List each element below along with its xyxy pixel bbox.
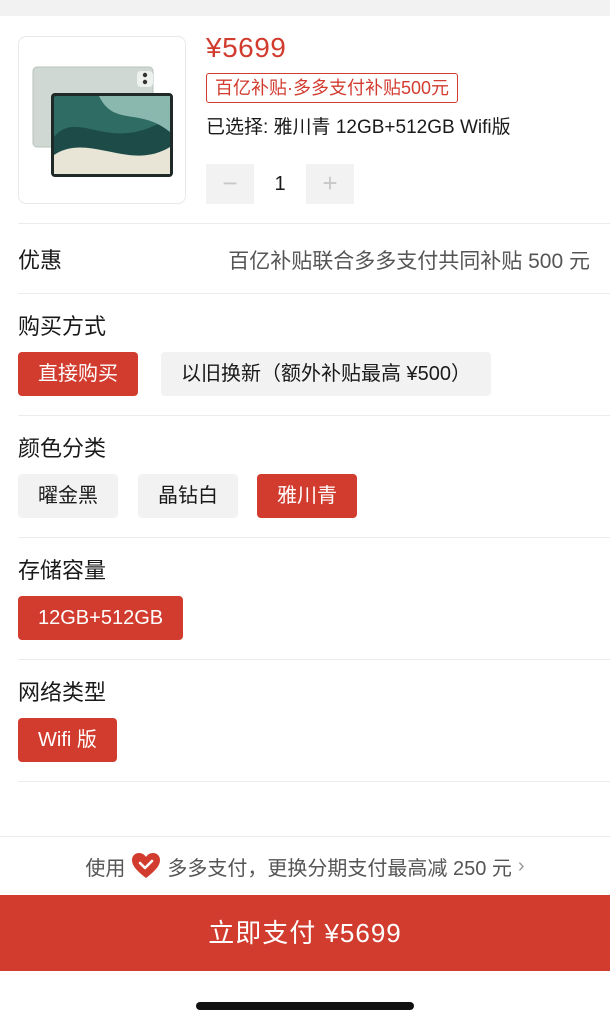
promo-value: 百亿补贴联合多多支付共同补贴 500 元 — [228, 250, 590, 273]
network-title: 网络类型 — [18, 680, 107, 705]
color-option-green[interactable]: 雅川青 — [257, 474, 357, 518]
footer-divider — [0, 836, 610, 837]
subsidy-tag: 百亿补贴·多多支付补贴500元 — [206, 73, 459, 103]
color-title: 颜色分类 — [18, 436, 107, 461]
quantity-value[interactable]: 1 — [254, 164, 306, 204]
purchase-method-title: 购买方式 — [18, 314, 107, 339]
divider — [18, 415, 610, 416]
pay-now-button[interactable]: 立即支付 ¥5699 — [0, 895, 610, 971]
pay-hint-prefix: 使用 — [85, 857, 126, 880]
increase-button[interactable]: + — [306, 164, 354, 204]
selected-spec: 已选择: 雅川青 12GB+512GB Wifi版 — [206, 117, 511, 138]
product-thumbnail[interactable] — [18, 36, 186, 204]
pay-hint-text: 多多支付，更换分期支付最高减 250 元 — [167, 857, 512, 880]
quantity-stepper: − 1 + — [206, 164, 356, 204]
tablet-image — [32, 66, 173, 177]
duoduo-pay-heart-icon — [131, 852, 161, 880]
storage-title: 存储容量 — [18, 558, 107, 583]
divider — [18, 781, 610, 782]
network-option[interactable]: Wifi 版 — [18, 718, 117, 762]
color-option-black[interactable]: 曜金黑 — [18, 474, 118, 518]
top-strip — [0, 0, 610, 16]
product-summary: ¥5699 百亿补贴·多多支付补贴500元 已选择: 雅川青 12GB+512G… — [0, 16, 610, 224]
home-indicator — [196, 1002, 414, 1010]
divider — [18, 223, 610, 224]
divider — [18, 293, 610, 294]
divider — [18, 659, 610, 660]
storage-option[interactable]: 12GB+512GB — [18, 596, 184, 640]
promo-label: 优惠 — [18, 248, 63, 273]
chevron-right-icon: › — [517, 854, 525, 877]
decrease-button[interactable]: − — [206, 164, 254, 204]
installment-hint[interactable]: 使用 多多支付，更换分期支付最高减 250 元 › — [0, 844, 610, 888]
price: ¥5699 — [206, 32, 287, 63]
color-option-white[interactable]: 晶钻白 — [138, 474, 238, 518]
option-trade-in[interactable]: 以旧换新（额外补贴最高 ¥500） — [161, 352, 492, 396]
divider — [18, 537, 610, 538]
option-direct-buy[interactable]: 直接购买 — [18, 352, 138, 396]
